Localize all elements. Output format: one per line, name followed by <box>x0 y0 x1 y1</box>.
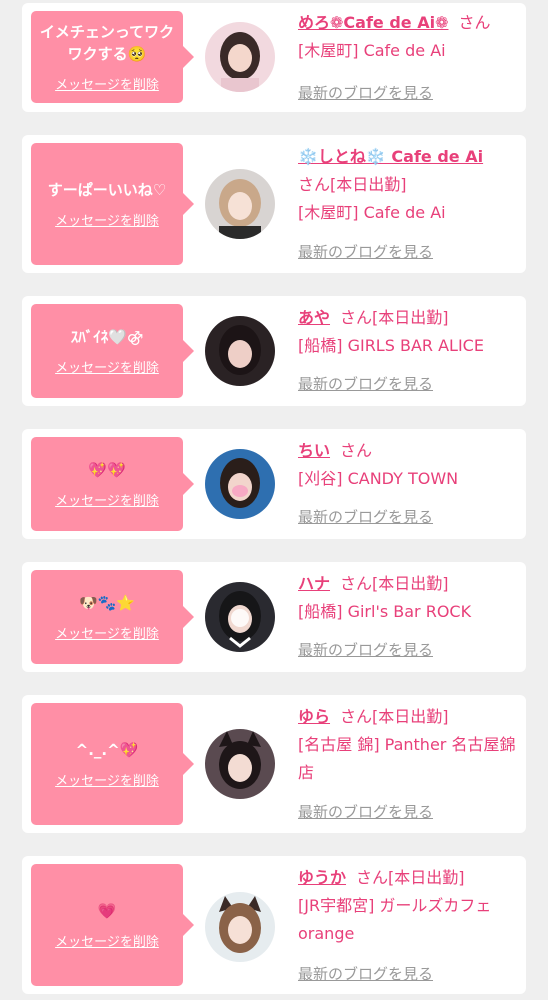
message-text: イメチェンってワクワクする🥺 <box>39 23 175 63</box>
cast-info: ゆうか さん[本日出勤] [JR宇都宮] ガールズカフェ orange 最新のブロ… <box>298 864 524 983</box>
delete-message-button[interactable]: メッセージを削除 <box>55 770 159 789</box>
shop-label: [名古屋 錦] Panther 名古屋錦店 <box>298 735 516 782</box>
status-label: [本日出勤] <box>330 175 407 194</box>
avatar[interactable] <box>205 582 275 652</box>
message-bubble: 💗 メッセージを削除 <box>31 864 194 986</box>
honorific: さん <box>298 175 331 194</box>
message-bubble: 🐶🐾⭐ メッセージを削除 <box>31 570 194 664</box>
honorific: さん <box>340 574 373 593</box>
message-text: すーぱーいいね♡ <box>47 181 167 199</box>
cast-name-link[interactable]: ゆうか <box>298 868 346 887</box>
list-item: イメチェンってワクワクする🥺 メッセージを削除 めろ❁Cafe de Ai❁ さん… <box>22 3 526 112</box>
list-item: ^._.^💖 メッセージを削除 ゆら さん[本日出勤] [名古屋 錦] Panth… <box>22 695 526 833</box>
latest-blog-link[interactable]: 最新のブログを見る <box>298 238 433 266</box>
message-bubble: イメチェンってワクワクする🥺 メッセージを削除 <box>31 11 194 103</box>
cast-info: ちい さん [刈谷] CANDY TOWN 最新のブログを見る <box>298 437 524 526</box>
list-item: ｽﾊﾞｲﾈ🤍⚣ メッセージを削除 あや さん[本日出勤] [船橋] GIRLS B… <box>22 296 526 406</box>
shop-label: [刈谷] CANDY TOWN <box>298 469 459 488</box>
cast-name-link[interactable]: あや <box>298 308 330 327</box>
latest-blog-link[interactable]: 最新のブログを見る <box>298 636 433 664</box>
message-text: 💗 <box>97 902 117 920</box>
message-text: 🐶🐾⭐ <box>78 594 136 612</box>
message-bubble: ^._.^💖 メッセージを削除 <box>31 703 194 825</box>
delete-message-button[interactable]: メッセージを削除 <box>55 210 159 229</box>
cast-name-link[interactable]: ちい <box>298 441 330 460</box>
avatar[interactable] <box>205 449 275 519</box>
latest-blog-link[interactable]: 最新のブログを見る <box>298 503 433 531</box>
shop-label: [船橋] Girl's Bar ROCK <box>298 602 472 621</box>
avatar[interactable] <box>205 169 275 239</box>
list-item: 💖💖 メッセージを削除 ちい さん [刈谷] CANDY TOWN 最新のブログを… <box>22 429 526 539</box>
message-bubble: ｽﾊﾞｲﾈ🤍⚣ メッセージを削除 <box>31 304 194 398</box>
latest-blog-link[interactable]: 最新のブログを見る <box>298 370 433 398</box>
list-item: すーぱーいいね♡ メッセージを削除 ❄️しとね❄️ Cafe de Ai さん[… <box>22 135 526 273</box>
latest-blog-link[interactable]: 最新のブログを見る <box>298 79 433 107</box>
delete-message-button[interactable]: メッセージを削除 <box>55 490 159 509</box>
delete-message-button[interactable]: メッセージを削除 <box>55 623 159 642</box>
latest-blog-link[interactable]: 最新のブログを見る <box>298 960 433 988</box>
avatar[interactable] <box>205 316 275 386</box>
message-text: ^._.^💖 <box>75 741 139 759</box>
cast-name-link[interactable]: めろ❁Cafe de Ai❁ <box>298 13 448 32</box>
cast-info: あや さん[本日出勤] [船橋] GIRLS BAR ALICE 最新のブログを見… <box>298 304 524 393</box>
delete-message-button[interactable]: メッセージを削除 <box>55 931 159 950</box>
honorific: さん <box>458 13 491 32</box>
honorific: さん <box>340 707 373 726</box>
list-item: 💗 メッセージを削除 ゆうか さん[本日出勤] [JR宇都宮] ガールズカフェ o… <box>22 856 526 994</box>
shop-label: [木屋町] Cafe de Ai <box>298 41 446 60</box>
delete-message-button[interactable]: メッセージを削除 <box>55 357 159 376</box>
cast-name-link[interactable]: ❄️しとね❄️ Cafe de Ai <box>298 147 483 166</box>
honorific: さん <box>340 308 373 327</box>
cast-info: ゆら さん[本日出勤] [名古屋 錦] Panther 名古屋錦店 最新のブログを… <box>298 703 524 821</box>
message-bubble: 💖💖 メッセージを削除 <box>31 437 194 531</box>
avatar[interactable] <box>205 892 275 962</box>
cast-info: めろ❁Cafe de Ai❁ さん [木屋町] Cafe de Ai 最新のブログ… <box>298 9 524 102</box>
message-text: ｽﾊﾞｲﾈ🤍⚣ <box>70 328 144 346</box>
shop-label: [木屋町] Cafe de Ai <box>298 203 446 222</box>
cast-info: ハナ さん[本日出勤] [船橋] Girl's Bar ROCK 最新のブログを見… <box>298 570 524 659</box>
status-label: [本日出勤] <box>388 868 465 887</box>
honorific: さん <box>340 441 373 460</box>
cast-name-link[interactable]: ハナ <box>298 574 330 593</box>
delete-message-button[interactable]: メッセージを削除 <box>55 74 159 93</box>
status-label: [本日出勤] <box>372 707 449 726</box>
shop-label: [船橋] GIRLS BAR ALICE <box>298 336 484 355</box>
latest-blog-link[interactable]: 最新のブログを見る <box>298 798 433 826</box>
list-item: 🐶🐾⭐ メッセージを削除 ハナ さん[本日出勤] [船橋] Girl's Bar … <box>22 562 526 672</box>
honorific: さん <box>356 868 389 887</box>
cast-name-link[interactable]: ゆら <box>298 707 330 726</box>
message-bubble: すーぱーいいね♡ メッセージを削除 <box>31 143 194 265</box>
shop-label: [JR宇都宮] ガールズカフェ orange <box>298 896 492 943</box>
avatar[interactable] <box>205 22 275 92</box>
message-text: 💖💖 <box>88 461 126 479</box>
status-label: [本日出勤] <box>372 308 449 327</box>
status-label: [本日出勤] <box>372 574 449 593</box>
message-list: イメチェンってワクワクする🥺 メッセージを削除 めろ❁Cafe de Ai❁ さん… <box>0 0 548 1000</box>
avatar[interactable] <box>205 729 275 799</box>
cast-info: ❄️しとね❄️ Cafe de Ai さん[本日出勤] [木屋町] Cafe d… <box>298 143 524 261</box>
